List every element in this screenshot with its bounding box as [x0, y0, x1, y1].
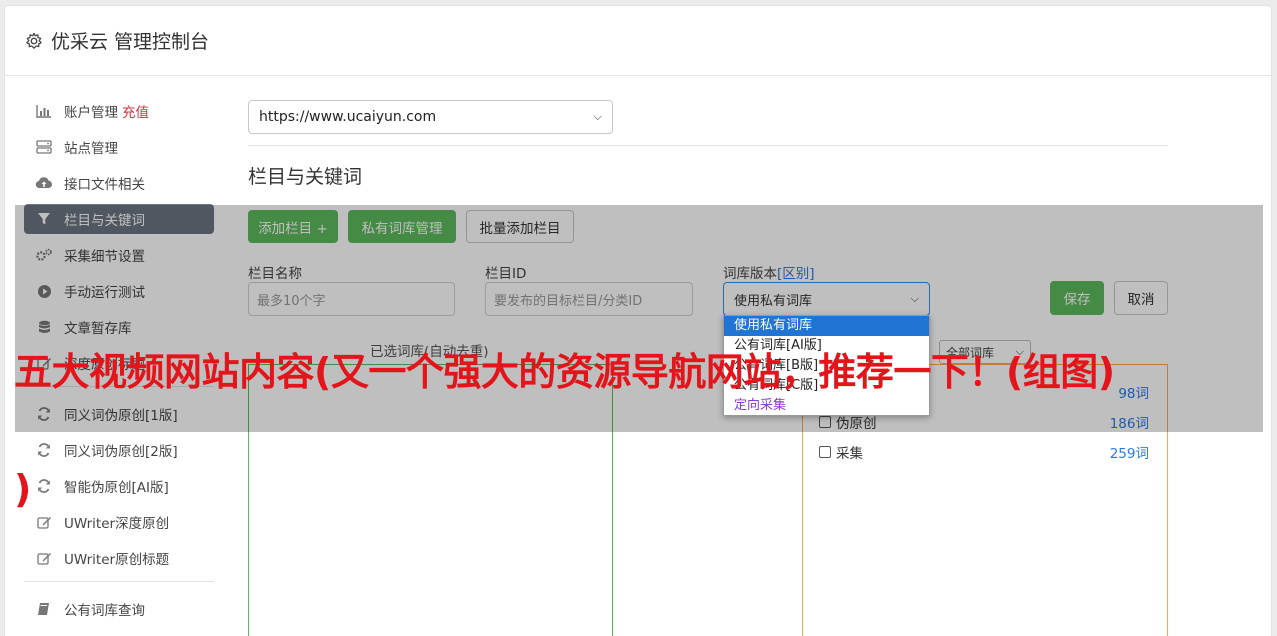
chevron-down-icon: ⌵ [593, 110, 602, 123]
dropdown-option[interactable]: 使用私有词库 [724, 316, 929, 336]
bar-chart-icon [34, 104, 54, 118]
library-name-wrap: 采集 [819, 442, 863, 462]
sidebar-item-label: 公有词库查询 [64, 603, 145, 619]
edit-icon [34, 515, 54, 529]
edit-icon [34, 551, 54, 565]
sidebar-item-label: 同义词伪原创[2版] [64, 444, 178, 460]
sidebar-item-sites[interactable]: 站点管理 [24, 132, 214, 162]
refresh-icon [34, 443, 54, 457]
sidebar-item-label: 账户管理 [64, 105, 118, 121]
site-select-value: https://www.ucaiyun.com [259, 109, 437, 125]
sidebar-item-label: UWriter深度原创 [64, 516, 170, 532]
section-divider [248, 145, 1168, 146]
sidebar-item-label: UWriter原创标题 [64, 552, 170, 568]
refresh-icon [34, 479, 54, 493]
sidebar-item-label: 智能伪原创[AI版] [64, 480, 169, 496]
sidebar-item-ai-rewrite[interactable]: 智能伪原创[AI版] [24, 471, 214, 501]
article-headline: 五大视频网站内容(又一个强大的资源导航网站，推荐一下！(组图) [14, 350, 1115, 394]
server-icon [34, 140, 54, 154]
section-title: 栏目与关键词 [248, 166, 363, 188]
sidebar-item-uwriter-deep[interactable]: UWriter深度原创 [24, 507, 214, 537]
article-headline-continued: ) [14, 467, 32, 511]
sidebar-item-label: 接口文件相关 [64, 177, 145, 193]
library-name: 采集 [836, 446, 863, 462]
main-content: https://www.ucaiyun.com ⌵ 栏目与关键词 [248, 100, 1168, 189]
book-icon [34, 602, 54, 617]
sidebar-item-label: 站点管理 [64, 141, 118, 157]
sidebar-item-synonym-v2[interactable]: 同义词伪原创[2版] [24, 435, 214, 465]
library-count: 259词 [1109, 446, 1149, 462]
sidebar-item-uwriter-title[interactable]: UWriter原创标题 [24, 543, 214, 573]
sidebar-item-interface[interactable]: 接口文件相关 [24, 168, 214, 198]
site-select[interactable]: https://www.ucaiyun.com ⌵ [248, 100, 613, 134]
console-title: 优采云 管理控制台 [51, 31, 210, 53]
recharge-link[interactable]: 充值 [122, 101, 149, 121]
sidebar-divider [24, 581, 214, 582]
gear-icon [26, 32, 42, 49]
library-checkbox[interactable] [819, 446, 831, 458]
library-item[interactable]: 采集 259词 [819, 442, 1149, 462]
cloud-upload-icon [34, 176, 54, 190]
console-header: 优采云 管理控制台 [5, 6, 1271, 76]
sidebar-item-public-lib[interactable]: 公有词库查询 [24, 594, 214, 624]
sidebar-item-account[interactable]: 账户管理 充值 [24, 96, 214, 126]
